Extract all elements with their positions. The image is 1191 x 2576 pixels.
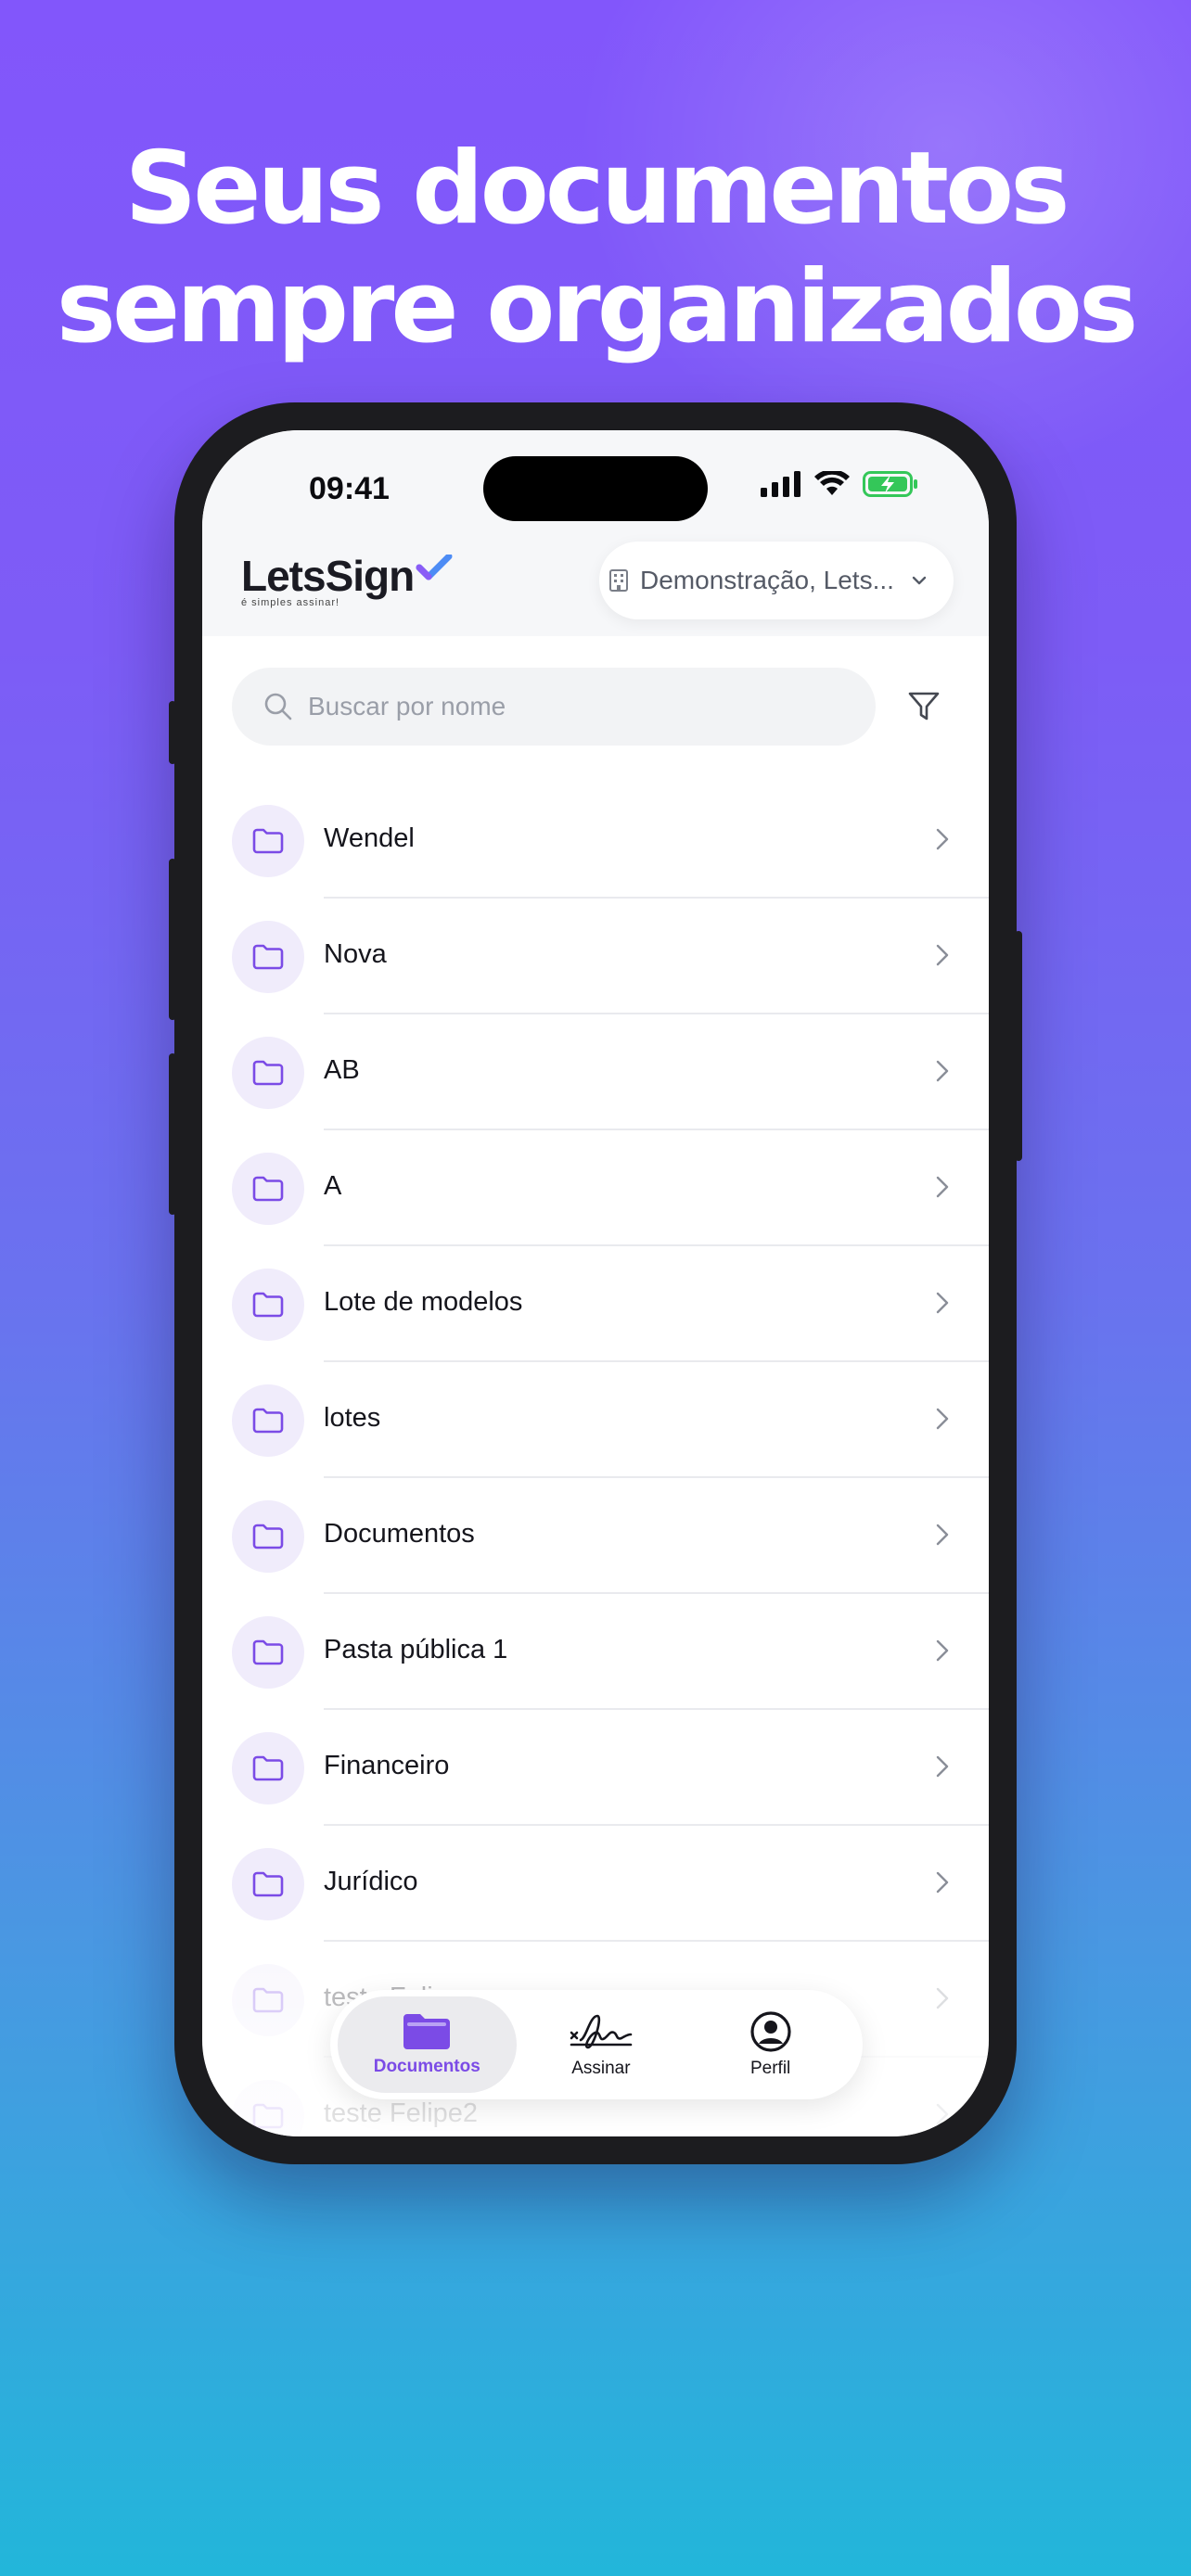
chevron-right-icon (936, 828, 949, 850)
folder-icon-badge (232, 921, 304, 993)
chevron-right-icon (936, 1176, 949, 1198)
folder-icon (252, 1060, 284, 1086)
folder-icon-badge (232, 1153, 304, 1225)
chevron-right-icon (936, 944, 949, 966)
status-time: 09:41 (309, 471, 390, 506)
folder-name: Jurídico (324, 1867, 418, 1896)
chevron-right-icon (936, 1060, 949, 1082)
phone-volume-up-button (169, 859, 176, 1020)
folder-icon-badge (232, 1732, 304, 1804)
folder-row[interactable]: AB (202, 1014, 989, 1130)
folder-row[interactable]: Wendel (202, 783, 989, 899)
folder-row[interactable]: Pasta pública 1 (202, 1594, 989, 1710)
folder-icon-badge (232, 1384, 304, 1457)
folder-name: lotes (324, 1403, 381, 1433)
folder-list: Wendel Nova AB A Lote de modelos lotes Documen… (202, 783, 989, 2136)
chevron-right-icon (936, 1871, 949, 1894)
folder-name: Lote de modelos (324, 1287, 523, 1317)
profile-icon (750, 2011, 791, 2052)
folder-name: Nova (324, 939, 387, 969)
chevron-right-icon (936, 1292, 949, 1314)
tab-label: Assinar (571, 2059, 631, 2078)
cellular-signal-icon (761, 471, 800, 497)
filter-icon (908, 692, 940, 721)
folder-icon-badge (232, 1269, 304, 1341)
folder-row[interactable]: Jurídico (202, 1826, 989, 1942)
folder-icon-badge (232, 1037, 304, 1109)
folder-icon (252, 1639, 284, 1665)
folder-name: Financeiro (324, 1751, 450, 1780)
folder-icon-badge (232, 1616, 304, 1689)
tab-assinar[interactable]: Assinar (517, 1996, 686, 2093)
folder-name: Documentos (324, 1519, 475, 1549)
folder-icon-badge (232, 1848, 304, 1920)
letssign-logo: LetsSign é simples assinar! (241, 551, 453, 608)
building-icon (609, 569, 628, 592)
folder-row[interactable]: A (202, 1130, 989, 1246)
folder-icon (252, 1524, 284, 1549)
chevron-right-icon (936, 1755, 949, 1778)
folder-icon (252, 1176, 284, 1202)
headline-line-1: Seus documentos (124, 131, 1070, 247)
folder-icon (252, 1292, 284, 1318)
headline-line-2: sempre organizados (56, 249, 1139, 365)
wifi-icon (814, 471, 850, 495)
search-field[interactable] (232, 668, 876, 746)
folder-row[interactable]: Nova (202, 899, 989, 1014)
filter-button[interactable] (900, 682, 948, 731)
folder-icon (403, 2014, 451, 2049)
tab-documentos[interactable]: Documentos (338, 1996, 517, 2093)
battery-charging-icon (863, 471, 917, 497)
logo-text: LetsSign (241, 552, 415, 600)
folder-icon-badge (232, 805, 304, 877)
folder-icon (252, 1408, 284, 1434)
folder-name: Pasta pública 1 (324, 1635, 508, 1664)
phone-volume-down-button (169, 1053, 176, 1215)
folder-name: AB (324, 1055, 360, 1085)
folder-row[interactable]: lotes (202, 1362, 989, 1478)
signature-icon (570, 2014, 633, 2049)
folder-icon (252, 1755, 284, 1781)
search-icon (264, 693, 292, 721)
phone-power-button (1015, 931, 1022, 1161)
chevron-right-icon (936, 1524, 949, 1546)
folder-name: Wendel (324, 823, 415, 853)
tab-perfil[interactable]: Perfil (685, 1996, 855, 2093)
folder-name: A (324, 1171, 342, 1201)
folder-icon (252, 828, 284, 854)
organization-selector[interactable]: Demonstração, Lets... (599, 542, 954, 619)
status-icons (761, 471, 918, 497)
folder-row[interactable]: Financeiro (202, 1710, 989, 1826)
organization-name: Demonstração, Lets... (640, 566, 894, 594)
chevron-right-icon (936, 1408, 949, 1430)
bottom-tab-bar: Documentos Assinar Perfil (330, 1990, 863, 2099)
chevron-down-icon (912, 576, 927, 585)
search-input[interactable] (308, 692, 827, 721)
folder-icon (252, 1871, 284, 1897)
logo-check-icon (416, 555, 453, 580)
headline: Seus documentos sempre organizados (0, 130, 1191, 367)
folder-icon (252, 944, 284, 970)
dynamic-island (483, 456, 708, 521)
app-screen: 09:41 LetsSign é simples assinar! Demons… (202, 430, 989, 2136)
folder-icon-badge (232, 1500, 304, 1573)
tab-label: Documentos (373, 2057, 480, 2076)
folder-row[interactable]: Documentos (202, 1478, 989, 1594)
chevron-right-icon (936, 1639, 949, 1662)
tab-label: Perfil (749, 2059, 791, 2078)
phone-mute-button (169, 701, 176, 764)
folder-row[interactable]: Lote de modelos (202, 1246, 989, 1362)
